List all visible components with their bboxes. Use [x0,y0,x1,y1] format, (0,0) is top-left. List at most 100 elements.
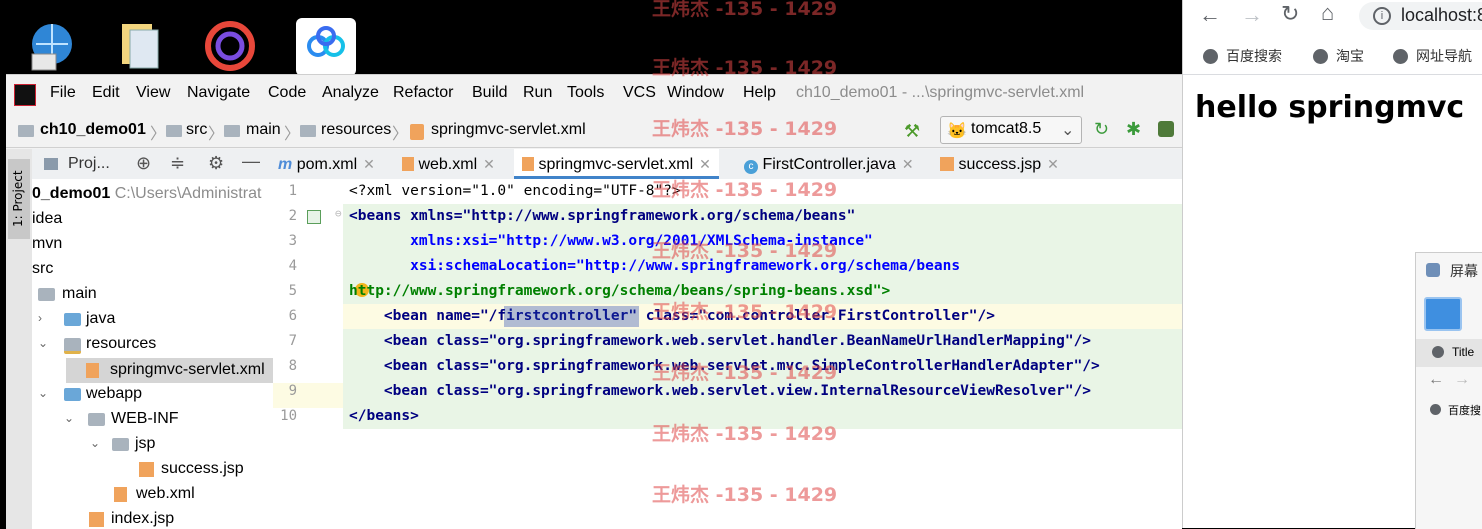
tree-item-project-root[interactable]: 0_demo01 C:\Users\Administrat [32,185,261,203]
tab-label: pom.xml [296,156,358,173]
tab-success-jsp[interactable]: success.jsp ✕ [940,149,1059,179]
close-icon[interactable]: ✕ [483,156,495,172]
back-arrow-icon[interactable]: ← [1428,371,1444,389]
documents-icon[interactable] [110,18,170,76]
browser-window: ← → ↻ ⌂ i localhost:8 百度搜索 淘宝 网址导航 hello… [1182,0,1482,529]
subwindow-bookmark[interactable]: 百度搜 [1448,402,1481,418]
source-folder-icon [64,313,81,326]
tree-item-label: success.jsp [161,460,244,477]
tree-item-main[interactable]: main [62,285,97,303]
fold-icon[interactable]: ⊖ [335,207,342,220]
menu-refactor[interactable]: Refactor [393,84,453,102]
code-editor[interactable]: <?xml version="1.0" encoding="UTF-8"?> <… [343,179,1182,529]
bookmark-baidu[interactable]: 百度搜索 [1203,46,1282,66]
tree-item-label: mvn [32,235,63,252]
menu-window[interactable]: Window [667,84,724,102]
breadcrumb-file[interactable]: springmvc-servlet.xml [431,121,586,139]
info-icon[interactable]: i [1373,7,1391,25]
tree-item-jsp[interactable]: jsp [135,435,155,453]
menu-code[interactable]: Code [268,84,306,102]
tree-item-success-jsp[interactable]: success.jsp [161,460,244,478]
debug-bug-icon[interactable]: ✱ [1126,119,1141,140]
tree-item-webapp[interactable]: webapp [86,385,142,403]
jsp-file-icon [89,512,104,527]
minimize-icon[interactable]: — [242,151,260,172]
tree-item-idea[interactable]: idea [32,210,62,228]
collapse-all-icon[interactable]: ≑ [170,153,185,174]
chevron-down-icon[interactable]: ⌄ [90,436,100,450]
bookmark-taobao[interactable]: 淘宝 [1313,46,1364,66]
folder-icon [166,125,182,137]
close-icon[interactable]: ✕ [699,156,711,172]
folder-icon [38,288,55,301]
tool-window-strip: 1: Project [6,149,33,529]
chevron-down-icon: ⌄ [1061,122,1075,139]
folder-icon [88,413,105,426]
bookmark-label: 百度搜索 [1226,48,1282,64]
tree-item-mvn[interactable]: mvn [32,235,62,253]
project-tool-tab[interactable]: 1: Project [8,159,30,239]
menu-view[interactable]: View [136,84,170,102]
locate-target-icon[interactable]: ⊕ [136,153,151,174]
menu-run[interactable]: Run [523,84,552,102]
coverage-icon[interactable] [1158,121,1174,137]
menu-file[interactable]: File [50,84,76,102]
home-icon[interactable]: ⌂ [1321,0,1334,26]
bean-gutter-icon[interactable] [307,210,321,224]
pin-tool-icon[interactable] [1424,297,1462,331]
chevron-down-icon[interactable]: ⌄ [64,411,74,425]
close-icon[interactable]: ✕ [1047,156,1059,172]
chevron-right-icon[interactable]: › [38,311,42,325]
line-number: 4 [288,258,297,274]
run-config-select[interactable]: 🐱 tomcat8.5 ⌄ [940,116,1082,144]
tree-item-index-jsp[interactable]: index.jsp [111,510,174,528]
menu-build[interactable]: Build [472,84,508,102]
menu-navigate[interactable]: Navigate [187,84,250,102]
bookmark-nav[interactable]: 网址导航 [1393,46,1472,66]
subwindow-tab[interactable]: Title [1416,339,1482,367]
menu-edit[interactable]: Edit [92,84,120,102]
cloud-app-icon[interactable] [296,18,356,76]
tree-item-label: web.xml [136,485,195,502]
screenshot-tool-window: 屏幕 Title ← → 百度搜 [1415,252,1482,529]
breadcrumb-main[interactable]: main [246,121,281,139]
menu-tools[interactable]: Tools [567,84,604,102]
globe-icon [1430,404,1441,415]
chevron-right-icon: 〉 [284,126,301,143]
close-icon[interactable]: ✕ [363,156,375,172]
reload-icon[interactable]: ↻ [1281,1,1299,27]
tree-item-src[interactable]: src [32,260,53,278]
breadcrumb-project[interactable]: ch10_demo01 [40,121,146,139]
forward-arrow-icon[interactable]: → [1454,371,1470,389]
line-number: 3 [288,233,297,249]
back-arrow-icon[interactable]: ← [1199,2,1221,28]
tab-web-xml[interactable]: web.xml ✕ [402,149,495,179]
gear-icon[interactable]: ⚙ [208,153,224,174]
menu-analyze[interactable]: Analyze [322,84,379,102]
menu-help[interactable]: Help [743,84,776,102]
project-view-dropdown[interactable]: Proj... [68,155,110,173]
network-icon[interactable] [18,18,78,76]
app-logo-icon[interactable] [200,18,260,76]
chevron-down-icon[interactable]: ⌄ [38,386,48,400]
code-line-1: <?xml version="1.0" encoding="UTF-8"?> [349,183,681,199]
watermark: 王炜杰 -135 - 1429 [652,423,838,445]
menu-vcs[interactable]: VCS [623,84,656,102]
address-bar[interactable]: i localhost:8 [1359,2,1482,30]
ide-window: File Edit View Navigate Code Analyze Ref… [6,74,1182,529]
tab-label: FirstController.java [762,156,896,173]
chevron-right-icon: 〉 [208,126,225,143]
tree-item-resources[interactable]: resources [86,335,156,353]
close-icon[interactable]: ✕ [902,156,914,172]
breadcrumb-resources[interactable]: resources [321,121,391,139]
breadcrumb-src[interactable]: src [186,121,207,139]
chevron-down-icon[interactable]: ⌄ [38,336,48,350]
tree-item-web-inf[interactable]: WEB-INF [111,410,179,428]
tree-item-java[interactable]: java [86,310,115,328]
rerun-icon[interactable]: ↻ [1094,119,1109,140]
tree-item-springmvc-servlet-xml[interactable]: springmvc-servlet.xml [66,358,273,383]
build-hammer-icon[interactable]: ⚒ [904,121,920,142]
forward-arrow-icon[interactable]: → [1241,2,1263,28]
tree-item-web-xml[interactable]: web.xml [136,485,195,503]
tab-pom-xml[interactable]: m pom.xml ✕ [278,149,375,179]
